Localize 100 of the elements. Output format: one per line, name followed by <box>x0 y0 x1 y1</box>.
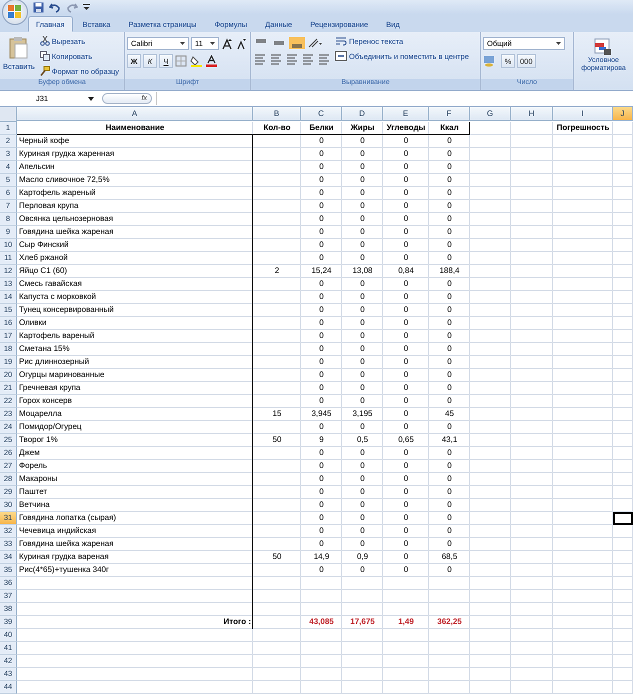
align-lines-icon[interactable] <box>317 53 331 65</box>
align-lines-icon[interactable] <box>269 53 283 65</box>
table-cell-text: 0 <box>446 239 453 251</box>
column-header[interactable]: G <box>470 107 511 121</box>
table-cell-text: 0 <box>446 486 453 498</box>
align-lines-icon[interactable] <box>285 53 299 65</box>
table-cell-text: 0 <box>402 408 410 420</box>
table-cell-text: Картофель жареный <box>18 187 97 199</box>
table-cell-text: 0 <box>402 460 410 472</box>
table-cell-text: 0,65 <box>397 434 415 446</box>
table-cell-text: 0 <box>402 564 410 576</box>
table-cell-text: Погрешность <box>556 122 610 134</box>
table-cell-text: 0 <box>359 525 366 537</box>
table-cell-text: 2 <box>274 265 280 277</box>
dropdown-arrow-icon <box>210 42 215 45</box>
dropdown-arrow-icon <box>180 42 185 45</box>
table-cell-text: 0,5 <box>356 434 370 446</box>
table-cell-text: Сметана 15% <box>18 343 71 355</box>
active-cell[interactable] <box>613 512 633 525</box>
office-button[interactable] <box>2 0 28 25</box>
table-cell-text: 0 <box>446 135 453 147</box>
column-header[interactable]: E <box>383 107 429 121</box>
table-cell-text: 0 <box>402 148 410 160</box>
table-cell-text: 0 <box>318 304 325 316</box>
table-cell-text: 0 <box>446 395 453 407</box>
table-cell-text: 0 <box>359 278 366 290</box>
table-cell-text: 0 <box>446 278 453 290</box>
table-cell-text: Огурцы маринованные <box>18 369 106 381</box>
table-cell-text: 0 <box>402 200 410 212</box>
table-cell-text: Говядина шейка жареная <box>18 538 115 550</box>
grow-font-icon[interactable] <box>221 38 233 50</box>
column-header[interactable]: I <box>553 107 613 121</box>
align-lines-icon[interactable] <box>253 53 267 65</box>
text-orientation-icon[interactable] <box>307 37 323 49</box>
column-header[interactable]: C <box>301 107 342 121</box>
table-cell-text: Горох консерв <box>18 395 73 407</box>
table-cell-text: 0 <box>402 473 410 485</box>
table-cell-text: Куриная грудка жаренная <box>18 148 116 160</box>
table-cell-text: Черный кофе <box>18 135 70 147</box>
table-cell-text: Овсянка цельнозерновая <box>18 213 114 225</box>
table-cell-text: 0 <box>402 252 410 264</box>
table-cell-text: 0 <box>359 499 366 511</box>
table-cell-text: 15,24 <box>310 265 333 277</box>
table-cell-text: 0 <box>446 200 453 212</box>
table-cell-text: 0 <box>359 304 366 316</box>
table-cell-text: 0 <box>359 421 366 433</box>
table-cell-text: 0 <box>446 525 453 537</box>
table-cell-text: 0 <box>446 330 453 342</box>
column-header[interactable]: A <box>17 107 253 121</box>
table-cell-text: 0 <box>402 330 410 342</box>
table-cell-text: 9 <box>318 434 325 446</box>
table-cell-text: 0 <box>446 291 453 303</box>
table-cell-text: 50 <box>272 551 282 563</box>
table-cell-text: 0 <box>446 304 453 316</box>
table-cell-text: Джем <box>18 447 41 459</box>
table-cell-text: 0 <box>359 473 366 485</box>
table-cell-text: 0 <box>318 148 325 160</box>
table-cell-text: 0 <box>318 369 325 381</box>
wrap-text-icon <box>335 36 347 46</box>
column-header[interactable]: B <box>253 107 301 121</box>
column-header[interactable]: H <box>511 107 553 121</box>
table-cell-text: Углеводы <box>386 122 426 134</box>
customize-dropdown-icon[interactable] <box>83 3 90 11</box>
shrink-font-icon[interactable] <box>235 38 247 50</box>
font-color-icon[interactable] <box>205 55 218 67</box>
column-header[interactable]: D <box>342 107 383 121</box>
save-icon[interactable] <box>33 2 44 12</box>
table-cell-text: 0 <box>402 278 410 290</box>
table-cell-text: 0 <box>402 304 410 316</box>
table-cell-text: 0 <box>446 538 453 550</box>
table-cell-text: 0 <box>402 226 410 238</box>
align-lines-icon[interactable] <box>301 53 315 65</box>
table-cell-text: Оливки <box>18 317 48 329</box>
table-cell-text: 0 <box>318 395 325 407</box>
table-cell-text: 0 <box>359 460 366 472</box>
table-cell-text: 0 <box>446 447 453 459</box>
table-cell-text: 0 <box>402 343 410 355</box>
table-cell-text: 0 <box>359 382 366 394</box>
table-cell-text: 0 <box>402 486 410 498</box>
conditional-format-icon <box>594 38 612 56</box>
table-cell-text: Моцарелла <box>18 408 63 420</box>
column-header[interactable]: F <box>429 107 470 121</box>
table-cell-text: 0 <box>359 356 366 368</box>
vertical-align-icon[interactable] <box>289 37 305 49</box>
table-cell-text: 0 <box>402 499 410 511</box>
column-header[interactable]: J <box>613 107 633 121</box>
table-cell-text: 0 <box>318 252 325 264</box>
table-cell-text: 43,1 <box>440 434 458 446</box>
copy-icon <box>40 51 50 61</box>
table-cell-text: Белки <box>308 122 335 134</box>
undo-icon[interactable] <box>49 2 61 12</box>
table-cell-text: 0 <box>359 486 366 498</box>
fill-bucket-icon[interactable] <box>190 55 203 67</box>
table-cell-text: 0 <box>446 356 453 368</box>
table-cell-text: 0 <box>446 174 453 186</box>
table-cell-text: 0 <box>318 382 325 394</box>
table-cell-text: 0 <box>359 174 366 186</box>
table-cell-text: Смесь гавайская <box>18 278 83 290</box>
table-cell-text: 68,5 <box>440 551 458 563</box>
table-cell-text: 0 <box>318 447 325 459</box>
